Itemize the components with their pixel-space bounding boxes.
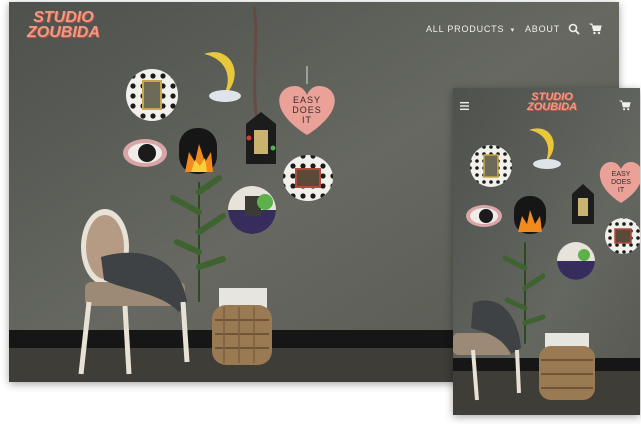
logo-line-2: ZOUBIDA (27, 24, 100, 42)
studio-zoubida-logo[interactable]: STUDIO ZOUBIDA (27, 9, 100, 42)
heart-text-line2: DOES (292, 105, 322, 115)
mobile-plant-frame (557, 242, 595, 280)
mobile-dotted-oval (605, 218, 640, 254)
logo-line-1: STUDIO (33, 9, 94, 26)
mobile-eye-decor (466, 205, 502, 227)
mobile-fire-frame (514, 196, 546, 234)
nav-all-products[interactable]: ALL PRODUCTS ▾ (426, 24, 515, 34)
dotted-oval-frame (283, 155, 333, 201)
heart-text-line3: IT (302, 115, 312, 125)
eye-wall-decor (123, 139, 167, 167)
mobile-heart-text-line1: EASY (612, 171, 631, 178)
nav-about[interactable]: ABOUT (525, 24, 560, 34)
mobile-heart-text-line2: DOES (611, 179, 631, 186)
wicker-stool (212, 288, 272, 365)
cart-icon[interactable] (589, 23, 602, 35)
nav-all-products-label: ALL PRODUCTS (426, 24, 505, 34)
mobile-logo-line-2: ZOUBIDA (527, 101, 578, 114)
mobile-cart-icon[interactable] (619, 100, 631, 111)
hamburger-icon[interactable] (460, 102, 469, 110)
mobile-wicker-stool (539, 333, 595, 400)
plant-frame-decor (228, 186, 276, 234)
mobile-studio-zoubida-logo[interactable]: STUDIO ZOUBIDA (527, 91, 578, 114)
fire-frame-decor (179, 128, 217, 174)
mobile-heart-text-line3: IT (618, 187, 625, 194)
mobile-hero-background: EASY DOES IT (453, 88, 640, 415)
mobile-dotted-round-mirror (470, 145, 512, 187)
dotted-round-mirror (126, 69, 178, 121)
caret-down-icon: ▾ (510, 27, 515, 34)
mobile-screenshot: EASY DOES IT STUDIO ZOUBIDA (453, 88, 640, 415)
heart-text-line1: EASY (293, 95, 321, 105)
search-icon[interactable] (568, 23, 580, 35)
